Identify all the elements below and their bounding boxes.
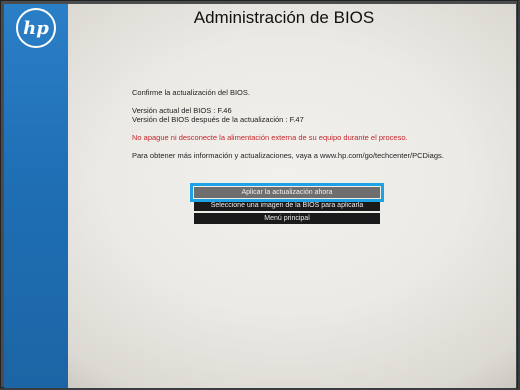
page-title: Administración de BIOS — [193, 8, 375, 27]
apply-update-button[interactable]: Aplicar la actualización ahora — [190, 183, 384, 202]
bios-screen: hp Administración de BIOS Confirme la ac… — [4, 4, 516, 388]
select-bios-image-button[interactable]: Seleccione una imagen de la BIOS para ap… — [194, 200, 380, 211]
monitor-frame: hp Administración de BIOS Confirme la ac… — [0, 0, 518, 388]
new-version-text: Versión del BIOS después de la actualiza… — [132, 115, 304, 124]
confirm-text: Confirme la actualización del BIOS. — [132, 88, 250, 97]
hp-logo-text: hp — [23, 17, 49, 39]
hp-logo-icon: hp — [16, 8, 56, 48]
message-panel: Confirme la actualización del BIOS. Vers… — [132, 88, 492, 160]
hp-sidebar: hp — [4, 4, 68, 388]
info-text: Para obtener más información y actualiza… — [132, 151, 444, 160]
warning-text: No apague ni desconecte la alimentación … — [132, 133, 408, 142]
bios-menu: Aplicar la actualización ahora Seleccion… — [190, 183, 384, 226]
current-version-text: Versión actual del BIOS : F.46 — [132, 106, 232, 115]
main-menu-button[interactable]: Menú principal — [194, 213, 380, 224]
